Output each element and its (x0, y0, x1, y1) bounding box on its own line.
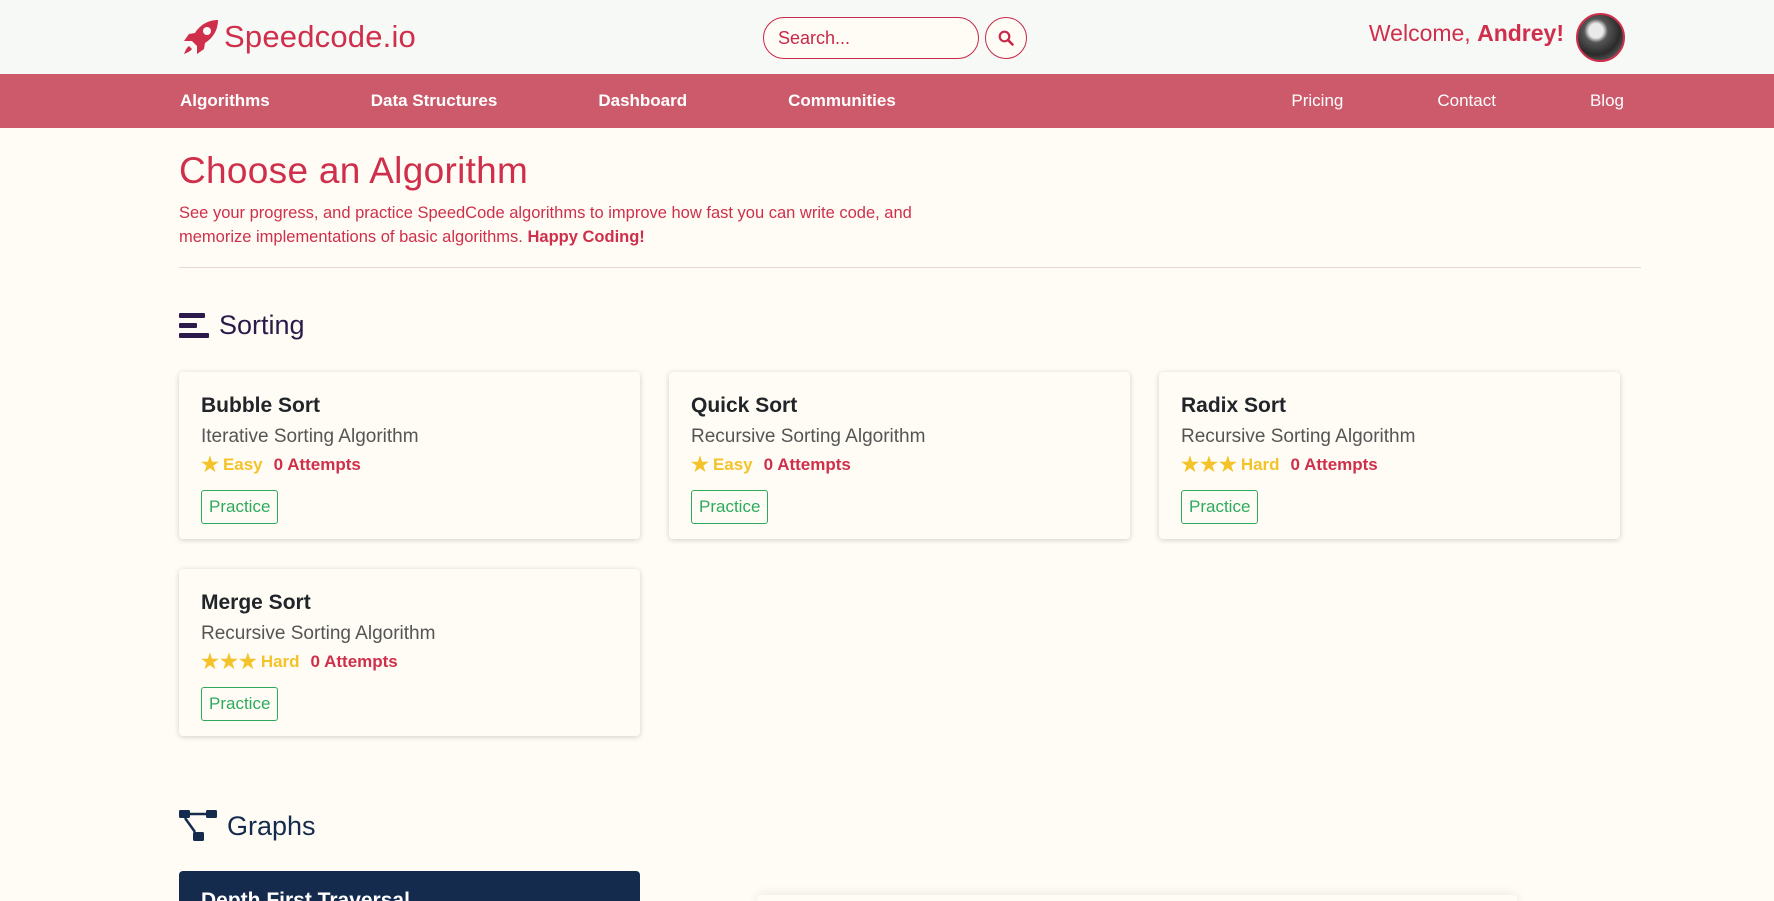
top-header: Speedcode.io Welcome, Andrey! (0, 0, 1774, 74)
star-icon: ★ (1181, 454, 1199, 476)
card-placeholder (757, 895, 1517, 901)
difficulty-stars: ★ (691, 455, 710, 475)
nav-item-dashboard[interactable]: Dashboard (598, 91, 687, 111)
practice-button[interactable]: Practice (1181, 490, 1259, 524)
avatar[interactable] (1576, 13, 1625, 62)
card-title: Merge Sort (201, 591, 311, 614)
star-icon: ★ (238, 651, 257, 673)
difficulty-label: Easy (222, 455, 263, 474)
nav-item-pricing[interactable]: Pricing (1291, 91, 1343, 111)
algorithm-card-dark: Depth First Traversal (179, 871, 640, 901)
star-icon: ★ (219, 651, 238, 673)
practice-button[interactable]: Practice (691, 490, 769, 524)
star-icon: ★ (201, 454, 219, 476)
difficulty-stars: ★ ★ ★ (201, 652, 258, 672)
card-title: Radix Sort (1181, 394, 1287, 417)
attempts-count: 0 Attempts (273, 455, 361, 474)
card-meta: ★ Easy 0 Attempts (201, 455, 618, 475)
section-title: Graphs (227, 810, 316, 841)
card-title: Quick Sort (691, 394, 798, 417)
page-title: Choose an Algorithm (179, 150, 529, 191)
star-icon: ★ (1218, 454, 1237, 476)
algorithm-card: Bubble Sort Iterative Sorting Algorithm … (179, 372, 640, 539)
divider (179, 267, 1641, 268)
card-title: Depth First Traversal (201, 889, 410, 901)
difficulty-label: Easy (712, 455, 753, 474)
algorithm-card: Merge Sort Recursive Sorting Algorithm ★… (179, 569, 640, 736)
main-nav: Algorithms Data Structures Dashboard Com… (0, 74, 1774, 128)
nav-item-data-structures[interactable]: Data Structures (371, 91, 498, 111)
section-heading-graphs: Graphs (179, 810, 316, 842)
card-meta: ★ ★ ★ Hard 0 Attempts (1181, 455, 1598, 475)
search-input[interactable] (763, 17, 979, 59)
algorithm-card: Quick Sort Recursive Sorting Algorithm ★… (669, 372, 1130, 539)
card-meta: ★ ★ ★ Hard 0 Attempts (201, 652, 618, 672)
intro-bold: Happy Coding! (527, 228, 645, 246)
intro-text: See your progress, and practice SpeedCod… (179, 201, 939, 249)
search-button[interactable] (985, 17, 1027, 59)
card-subtitle: Recursive Sorting Algorithm (1181, 426, 1416, 447)
graph-tree-icon (179, 810, 217, 841)
difficulty-label: Hard (260, 652, 300, 671)
nav-right-group: Pricing Contact Blog (1197, 74, 1624, 128)
difficulty-stars: ★ ★ ★ (1181, 455, 1238, 475)
welcome-prefix: Welcome, (1368, 20, 1478, 46)
nav-item-contact[interactable]: Contact (1437, 91, 1496, 111)
attempts-count: 0 Attempts (310, 652, 398, 671)
star-icon: ★ (201, 651, 219, 673)
card-meta: ★ Easy 0 Attempts (691, 455, 1108, 475)
rocket-icon (184, 20, 218, 54)
practice-button[interactable]: Practice (201, 687, 279, 721)
welcome-message: Welcome, Andrey! (1369, 20, 1564, 47)
difficulty-label: Hard (1240, 455, 1280, 474)
difficulty-stars: ★ (201, 455, 220, 475)
nav-left-group: Algorithms Data Structures Dashboard Com… (180, 74, 997, 128)
bars-icon (179, 312, 209, 338)
nav-item-blog[interactable]: Blog (1590, 91, 1624, 111)
nav-item-communities[interactable]: Communities (788, 91, 896, 111)
section-heading-sorting: Sorting (179, 310, 305, 341)
card-title: Bubble Sort (201, 394, 320, 417)
welcome-name: Andrey! (1477, 20, 1564, 46)
star-icon: ★ (1199, 454, 1218, 476)
card-subtitle: Recursive Sorting Algorithm (691, 426, 926, 447)
logo-link[interactable]: Speedcode.io (180, 16, 416, 58)
attempts-count: 0 Attempts (763, 455, 851, 474)
logo-text: Speedcode.io (224, 19, 417, 54)
card-subtitle: Iterative Sorting Algorithm (201, 426, 419, 447)
algorithm-card: Radix Sort Recursive Sorting Algorithm ★… (1159, 372, 1620, 539)
attempts-count: 0 Attempts (1290, 455, 1378, 474)
section-title: Sorting (219, 310, 305, 340)
practice-button[interactable]: Practice (201, 490, 279, 524)
card-subtitle: Recursive Sorting Algorithm (201, 623, 436, 644)
star-icon: ★ (691, 454, 709, 476)
nav-item-algorithms[interactable]: Algorithms (180, 91, 270, 111)
search-icon (998, 30, 1014, 46)
